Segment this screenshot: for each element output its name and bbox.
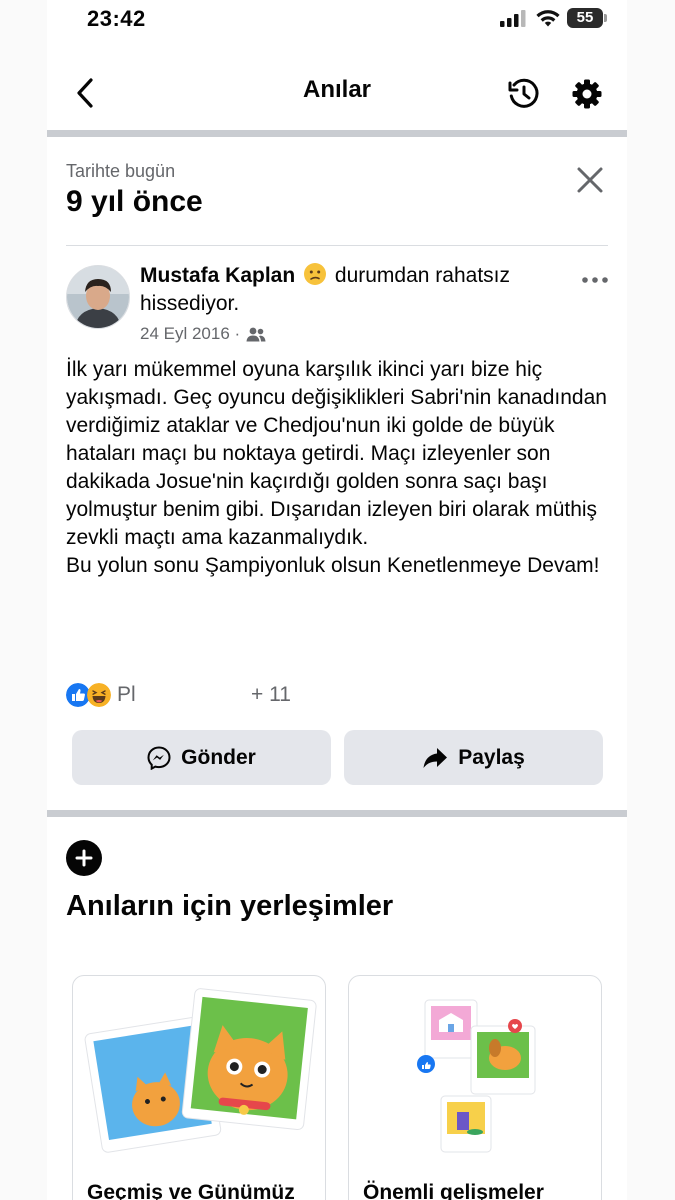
left-margin — [0, 0, 47, 1200]
settings-button[interactable] — [565, 72, 609, 116]
history-button[interactable] — [502, 72, 546, 116]
close-icon — [577, 167, 603, 193]
more-dots-icon — [582, 277, 608, 283]
section-divider — [47, 810, 627, 817]
tile-label: Önemli gelişmeler — [363, 1181, 544, 1200]
status-bar: 23:42 55 — [47, 0, 627, 40]
tile-highlights[interactable]: Önemli gelişmeler — [348, 975, 602, 1200]
post-header: Mustafa Kaplan durumdan rahatsız hissedi… — [140, 262, 575, 318]
memory-subtitle: Tarihte bugün — [66, 161, 176, 181]
memory-title: 9 yıl önce — [66, 185, 203, 218]
right-margin — [627, 0, 675, 1200]
signal-icon — [500, 10, 526, 27]
author-name[interactable]: Mustafa Kaplan — [140, 264, 295, 287]
tile-label: Geçmiş ve Günümüz — [87, 1181, 295, 1200]
post-date[interactable]: 24 Eyl 2016 · — [140, 324, 240, 344]
battery-icon: 55 — [567, 8, 603, 28]
uncomfortable-face-emoji-icon — [304, 263, 327, 285]
reaction-names: Pl — [117, 683, 136, 706]
close-button[interactable] — [570, 160, 610, 200]
tile-then-and-now[interactable]: Geçmiş ve Günümüz — [72, 975, 326, 1200]
more-options-button[interactable] — [579, 268, 611, 292]
reaction-count: + 11 — [251, 683, 291, 706]
avatar[interactable] — [66, 265, 130, 329]
status-time: 23:42 — [87, 6, 146, 31]
share-button-label: Paylaş — [458, 745, 525, 769]
wifi-icon — [536, 10, 560, 27]
share-button[interactable]: Paylaş — [344, 730, 603, 785]
haha-reaction-icon — [87, 683, 111, 707]
gear-icon — [572, 79, 602, 109]
send-button[interactable]: Gönder — [72, 730, 331, 785]
nav-header: Anılar — [47, 60, 627, 124]
battery-tip — [604, 14, 607, 22]
highlights-illustration — [417, 999, 536, 1153]
cat-photos-illustration — [84, 988, 317, 1153]
post-text: İlk yarı mükemmel oyuna karşılık ikinci … — [66, 358, 607, 577]
phone-screen: 23:42 55 Anılar Tarihte bugün 9 yıl önce… — [47, 0, 627, 1200]
section-title: Anıların için yerleşimler — [66, 890, 394, 922]
messenger-icon — [147, 745, 171, 770]
send-button-label: Gönder — [181, 745, 256, 769]
friends-audience-icon — [246, 327, 266, 342]
avatar-photo — [67, 266, 129, 328]
reactions-bar[interactable]: Pl + 11 — [66, 680, 291, 710]
header-divider — [47, 130, 627, 137]
post-meta: 24 Eyl 2016 · — [140, 324, 266, 344]
share-arrow-icon — [423, 747, 448, 768]
plus-icon — [75, 849, 93, 867]
card-separator — [66, 245, 608, 246]
add-button[interactable] — [66, 840, 102, 876]
history-icon — [508, 78, 539, 108]
